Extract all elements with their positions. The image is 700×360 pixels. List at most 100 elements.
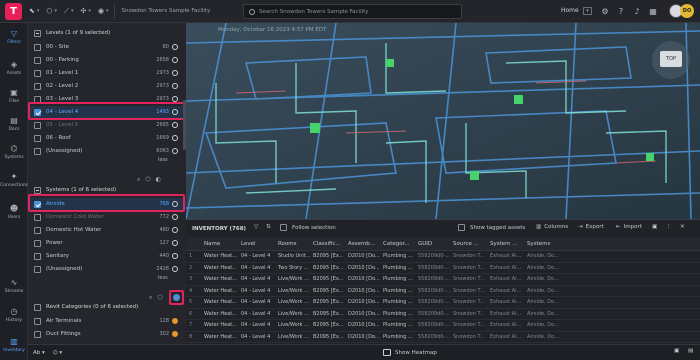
list-item[interactable]: Duct Fittings 302 (28, 328, 186, 340)
list-item[interactable]: 02 - Level 2 2973 (28, 80, 186, 92)
checkbox[interactable] (34, 56, 41, 64)
split-icon[interactable]: ▤ (688, 348, 693, 354)
list-item[interactable]: (Unassigned) 2428 (28, 263, 186, 275)
rail-files[interactable]: ▣ Files (0, 88, 28, 104)
isolate-icon[interactable] (172, 122, 178, 128)
checkbox[interactable] (34, 226, 41, 234)
list-item[interactable]: Domestic Hot Water 480 (28, 224, 186, 236)
table-row[interactable]: 5 Water Heat... 04 - Level 4 Live/Work ... B… (186, 297, 700, 309)
more-icon[interactable]: ⋮ (666, 224, 672, 230)
table-row[interactable]: 6 Water Heat... 04 - Level 4 Live/Work ... B… (186, 309, 700, 320)
column-header[interactable]: Systems (524, 241, 564, 247)
navcube-top-face[interactable]: TOP (660, 51, 682, 67)
levels-checkbox[interactable] (34, 29, 41, 37)
import-button[interactable]: ⇤ Import (616, 224, 642, 230)
visibility-tool[interactable]: ◉ ▾ (98, 7, 109, 15)
checkbox[interactable] (34, 252, 41, 260)
checkbox[interactable] (34, 43, 41, 51)
rail-users[interactable]: ☻ Users (0, 204, 28, 220)
checkbox[interactable] (34, 134, 41, 142)
rail-inventory[interactable]: ▥ Inventory (0, 337, 28, 353)
list-item[interactable]: Air Terminals 128 (28, 315, 186, 327)
3d-viewport[interactable]: Monday, October 16 2023 4:57 PM EDT TOP (186, 23, 700, 219)
help-icon[interactable]: ? (616, 6, 626, 16)
systems-checkbox[interactable] (34, 186, 41, 194)
levels-header[interactable]: Levels (1 of 9 selected) (28, 27, 186, 39)
user-avatars[interactable]: DO (669, 4, 694, 18)
measure-tool[interactable]: ⟋ ▾ (64, 7, 73, 16)
isolate-icon[interactable] (172, 96, 178, 102)
select-tool[interactable]: ⬉ ▾ (29, 7, 39, 15)
rail-assets[interactable]: ◈ Assets (0, 60, 28, 76)
home-link[interactable]: Home (561, 7, 579, 14)
visibility-icon[interactable]: ◐ (156, 176, 161, 184)
column-header[interactable]: Name (201, 241, 238, 247)
rail-systems[interactable]: ⌬ Systems (0, 144, 28, 160)
sort-icon[interactable]: ⇅ (266, 224, 271, 230)
text-style-icon[interactable]: Ab ▾ (33, 350, 45, 356)
isolate-icon[interactable] (172, 135, 178, 141)
isolate-icon[interactable] (172, 44, 178, 50)
columns-button[interactable]: ▥ Columns (536, 224, 568, 230)
arrows-tool[interactable]: ✣ ▾ (80, 7, 90, 15)
section-tool[interactable]: ⬡ ▾ (46, 7, 57, 15)
list-item[interactable]: 06 - Roof 1669 (28, 132, 186, 144)
isolate-icon[interactable] (172, 109, 178, 115)
follow-selection-toggle[interactable]: Follow selection (280, 224, 336, 231)
checkbox-checked[interactable] (34, 200, 41, 208)
checkbox[interactable] (34, 265, 41, 273)
checkbox[interactable] (34, 213, 41, 221)
rail-history[interactable]: ◷ History (0, 307, 28, 323)
column-header[interactable]: Classific... (310, 241, 345, 247)
list-item[interactable]: 05 - Level 5 2665 (28, 119, 186, 131)
isolate-icon[interactable] (172, 253, 178, 259)
column-header[interactable]: Assemb... (345, 241, 380, 247)
checkbox[interactable] (458, 224, 465, 231)
revit-header[interactable]: Revit Categories (0 of 6 selected) (28, 301, 186, 313)
column-header[interactable]: Rooms (275, 241, 310, 247)
apps-icon[interactable]: ▦ (648, 6, 658, 16)
isolate-icon[interactable] (172, 214, 178, 220)
list-item[interactable]: Power 127 (28, 237, 186, 249)
isolate-icon[interactable] (172, 148, 178, 154)
list-item[interactable]: 00 - Site 80 (28, 41, 186, 53)
checkbox[interactable] (34, 317, 41, 325)
list-item-selected[interactable]: 04 - Level 4 1493 (28, 106, 186, 118)
isolate-icon[interactable] (172, 266, 178, 272)
column-header[interactable]: GUID (415, 241, 450, 247)
checkbox[interactable] (34, 330, 41, 338)
isolate-icon[interactable] (172, 70, 178, 76)
isolate-icon[interactable] (172, 201, 178, 207)
isolate-icon[interactable] (172, 331, 178, 337)
rail-connections[interactable]: ✦ Connections (0, 172, 28, 188)
show-heatmap-toggle[interactable]: Show Heatmap (383, 349, 437, 356)
tagged-assets-toggle[interactable]: Show tagged assets (458, 224, 525, 231)
column-header[interactable]: System ... (487, 241, 524, 247)
visibility-icon[interactable] (173, 294, 180, 301)
checkbox[interactable] (34, 147, 41, 155)
list-item[interactable]: 01 - Level 1 2973 (28, 67, 186, 79)
list-item[interactable]: Domestic Cold Water 772 (28, 211, 186, 223)
column-header[interactable]: Categor... (380, 241, 415, 247)
list-item[interactable]: (Unassigned) 6063 (28, 145, 186, 157)
table-row[interactable]: 2 Water Heat... 04 - Level 4 Two Story ... B… (186, 263, 700, 274)
checkbox[interactable] (34, 82, 41, 90)
table-row[interactable]: 8 Water Heat... 04 - Level 4 Live/Work ... B… (186, 332, 700, 343)
levels-less-link[interactable]: less (158, 157, 168, 163)
search-input[interactable]: Search Snowdon Towers Sample Facility (243, 4, 462, 19)
table-row[interactable]: 3 Water Heat... 04 - Level 4 Live/Work ... B… (186, 274, 700, 286)
list-item-selected[interactable]: Airside 768 (28, 198, 186, 210)
revit-checkbox[interactable] (34, 303, 41, 311)
nodes-icon[interactable]: ⌬ ▾ (53, 350, 62, 356)
avatar-initials[interactable]: DO (680, 4, 694, 18)
cube-icon[interactable]: ⬡ (145, 176, 150, 184)
checkbox[interactable] (34, 239, 41, 247)
isolate-icon[interactable] (172, 57, 178, 63)
bell-icon[interactable]: ♪ (632, 6, 642, 16)
list-item[interactable]: 03 - Level 3 2973 (28, 93, 186, 105)
close-icon[interactable]: ✕ (680, 224, 685, 230)
rail-streams[interactable]: ∿ Streams (0, 278, 28, 294)
isolate-icon[interactable] (172, 83, 178, 89)
list-item[interactable]: Sanitary 440 (28, 250, 186, 262)
table-row[interactable]: 7 Water Heat... 04 - Level 4 Live/Work ... B… (186, 320, 700, 332)
